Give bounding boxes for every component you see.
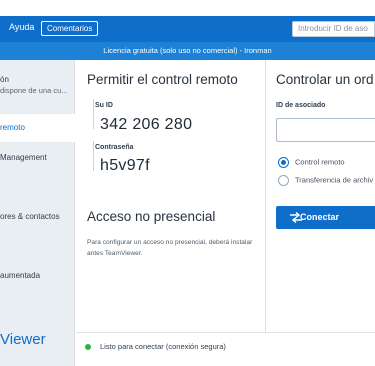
feedback-button[interactable]: Comentarios [41, 21, 99, 36]
sidebar: ón dispone de una cu... remoto Managemen… [0, 60, 75, 366]
password-accent-line [93, 141, 94, 171]
radio-file-transfer-label: Transferencia de archiv [295, 175, 374, 185]
menu-help[interactable]: Ayuda [9, 22, 34, 32]
sidebar-item-label: aumentada [0, 271, 41, 280]
sidebar-item-management[interactable]: Management [0, 153, 75, 162]
unattended-access-description: Para configurar un acceso no presencial,… [87, 239, 253, 257]
unattended-access-title: Acceso no presencial [87, 209, 216, 224]
allow-remote-title: Permitir el control remoto [87, 72, 238, 87]
partner-id-label: ID de asociado [276, 102, 326, 109]
sidebar-item-contacts[interactable]: ores & contactos [0, 212, 75, 221]
license-banner: Licencia gratuita (solo uso no comercial… [0, 42, 375, 60]
status-bar: Listo para conectar (conexión segura) [76, 332, 375, 366]
connect-button-label: Conectar [300, 212, 340, 222]
password-label: Contraseña [95, 144, 134, 151]
brand-logo: Viewer [0, 331, 46, 348]
control-remote-panel: Controlar un ord ID de asociado Control … [266, 60, 375, 332]
radio-remote-control[interactable]: Control remoto [278, 157, 345, 168]
sidebar-item-label: Management [0, 153, 47, 162]
sidebar-item-remote-control[interactable]: remoto [0, 114, 75, 142]
sidebar-item-augmented[interactable]: aumentada [0, 271, 75, 280]
your-id-value: 342 206 280 [100, 116, 193, 133]
id-accent-line [93, 99, 94, 129]
radio-remote-control-label: Control remoto [295, 157, 345, 167]
sidebar-item-label: remoto [0, 123, 25, 132]
password-value: h5v97f [100, 157, 150, 174]
radio-file-transfer[interactable]: Transferencia de archiv [278, 175, 373, 186]
control-remote-title: Controlar un ord [276, 72, 374, 87]
allow-remote-panel: Permitir el control remoto Su ID 342 206… [76, 60, 265, 332]
connect-button[interactable]: Conectar [276, 206, 375, 229]
radio-unchecked-icon [278, 175, 289, 186]
partner-id-input[interactable] [276, 118, 375, 142]
status-dot-icon [85, 344, 91, 350]
status-text: Listo para conectar (conexión segura) [100, 342, 226, 351]
radio-checked-icon [278, 157, 289, 168]
menu-bar: Ayuda Comentarios Introducir ID de aso [0, 16, 375, 42]
sidebar-item-label: ón [0, 75, 9, 84]
partner-id-search-input[interactable]: Introducir ID de aso [292, 21, 375, 37]
your-id-label: Su ID [95, 102, 113, 109]
sidebar-item-label: ores & contactos [0, 212, 60, 221]
swap-arrows-icon [290, 212, 302, 223]
sidebar-item-sublabel: dispone de una cu... [0, 86, 68, 95]
sidebar-item-status[interactable]: ón dispone de una cu... [0, 75, 75, 95]
